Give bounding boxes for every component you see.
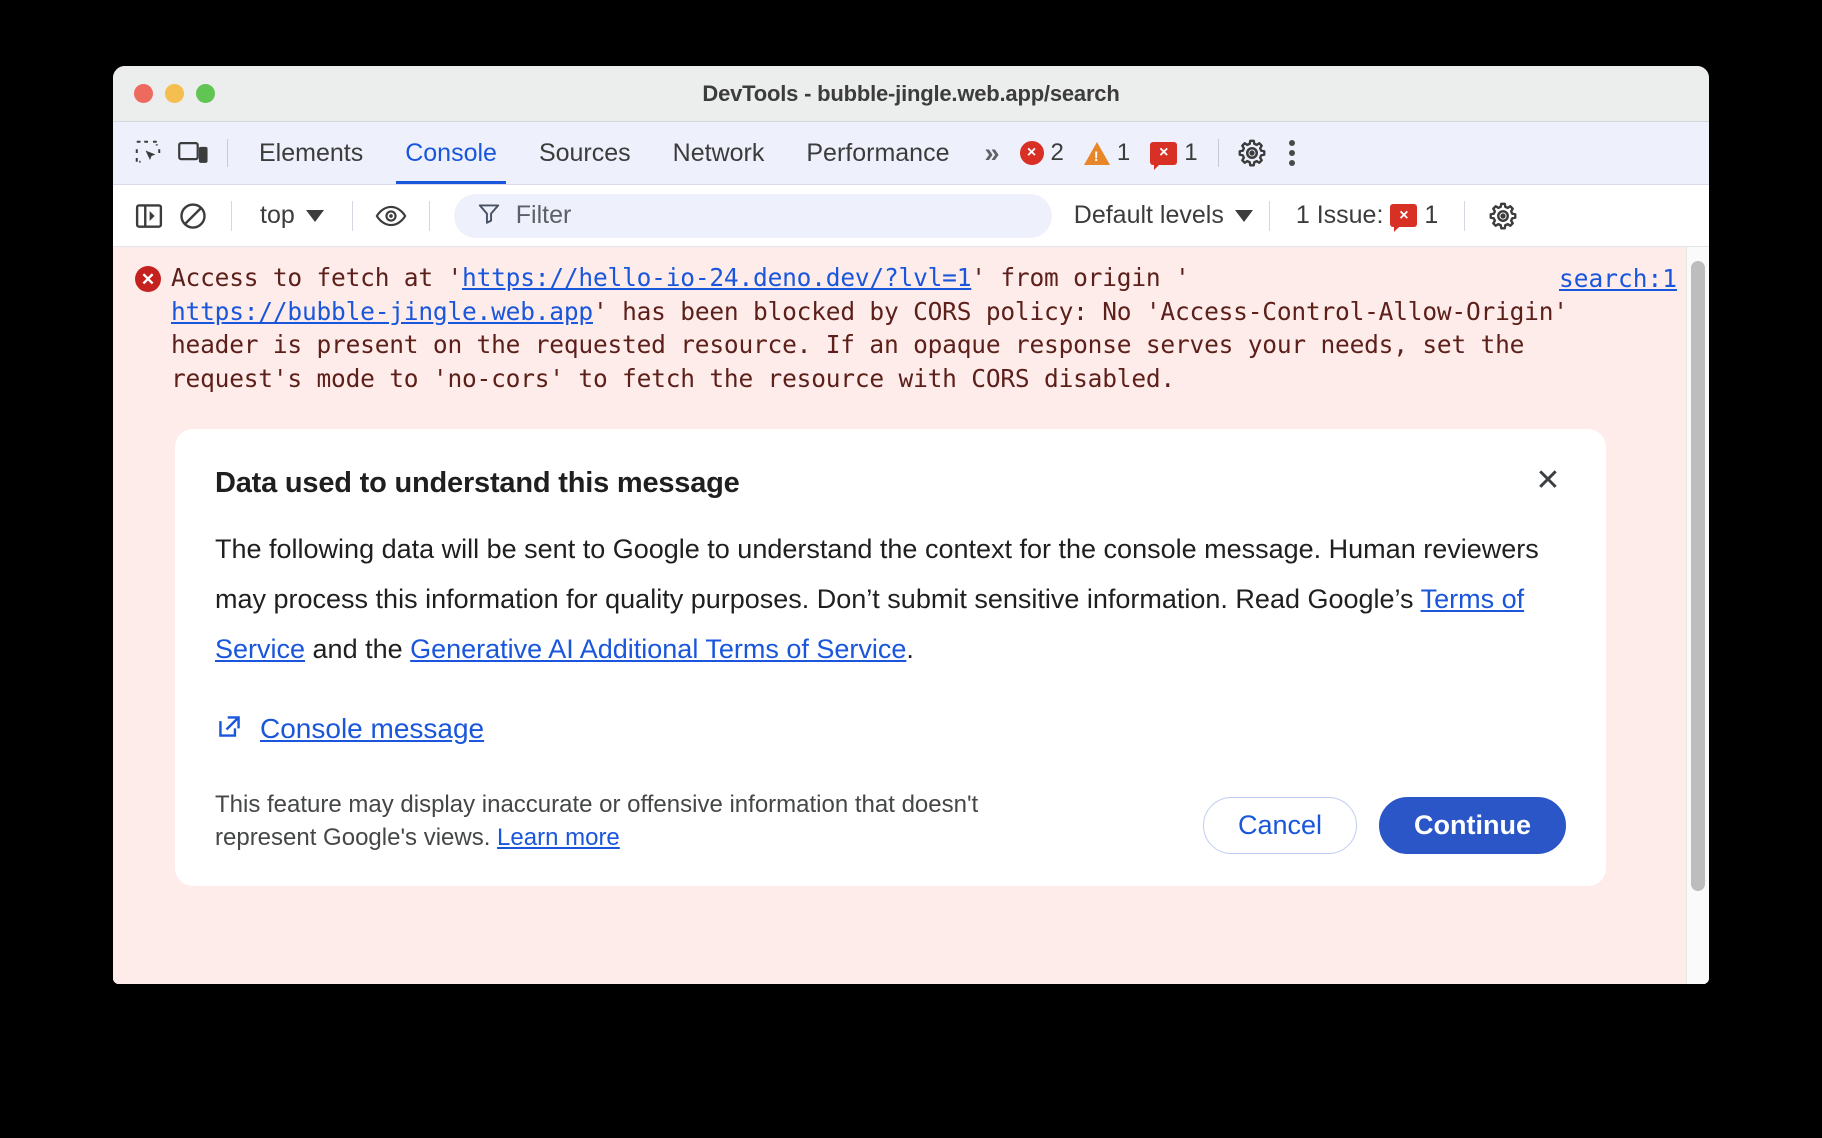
filter-input[interactable]: Filter	[454, 194, 1052, 238]
error-line: ✕ Access to fetch at 'https://hello-io-2…	[113, 261, 1709, 395]
issues-count: 1	[1184, 139, 1197, 167]
tab-console[interactable]: Console	[384, 122, 518, 184]
gear-icon[interactable]	[1229, 130, 1275, 176]
tab-elements[interactable]: Elements	[238, 122, 384, 184]
live-expression-eye-icon[interactable]	[369, 194, 413, 238]
issue-bubble-icon: ×	[1150, 142, 1177, 165]
learn-more-link[interactable]: Learn more	[497, 824, 620, 851]
dialog-body-text: The following data will be sent to Googl…	[215, 524, 1555, 674]
warning-counter[interactable]: 1	[1074, 139, 1140, 167]
window-titlebar: DevTools - bubble-jingle.web.app/search	[113, 66, 1709, 122]
error-source-link[interactable]: search:1	[1559, 264, 1677, 293]
error-seg-2: ' from origin '	[971, 263, 1189, 292]
chevron-down-icon	[306, 210, 324, 222]
toolbar-divider-1	[231, 201, 232, 231]
tab-performance[interactable]: Performance	[785, 122, 970, 184]
dialog-disclaimer: This feature may display inaccurate or o…	[215, 788, 1015, 854]
issues-counter[interactable]: × 1	[1140, 139, 1207, 167]
error-circle-icon: ×	[1020, 141, 1044, 165]
console-error-message[interactable]: ✕ Access to fetch at 'https://hello-io-2…	[113, 247, 1709, 984]
devtools-window: DevTools - bubble-jingle.web.app/search …	[113, 66, 1709, 984]
cancel-button[interactable]: Cancel	[1203, 797, 1357, 854]
toolbar-divider-5	[1464, 201, 1465, 231]
warning-count: 1	[1117, 139, 1130, 167]
devtools-tabstrip: Elements Console Sources Network Perform…	[113, 122, 1709, 185]
kebab-menu-icon[interactable]	[1275, 140, 1309, 166]
tab-network[interactable]: Network	[652, 122, 786, 184]
log-levels-label: Default levels	[1074, 201, 1224, 230]
console-scrollbar[interactable]	[1686, 247, 1709, 984]
tabstrip-divider-2	[1218, 139, 1219, 167]
chevron-down-icon-levels	[1235, 210, 1253, 222]
execution-context-dropdown[interactable]: top	[248, 201, 336, 230]
issue-bubble-icon-toolbar: ×	[1390, 204, 1417, 227]
dialog-body-part2: and the	[305, 634, 410, 664]
console-filter-toolbar: top Filter Default levels 1 I	[113, 185, 1709, 247]
continue-button[interactable]: Continue	[1379, 797, 1566, 854]
toolbar-divider-2	[352, 201, 353, 231]
error-circle-icon-message: ✕	[135, 266, 161, 292]
console-settings-gear-icon[interactable]	[1481, 194, 1525, 238]
window-title: DevTools - bubble-jingle.web.app/search	[113, 81, 1709, 107]
dialog-footer: This feature may display inaccurate or o…	[215, 788, 1566, 854]
tabstrip-divider	[227, 139, 228, 167]
inspect-element-icon[interactable]	[125, 130, 171, 176]
funnel-filter-icon	[476, 200, 502, 231]
console-message-link-label: Console message	[260, 713, 484, 745]
warning-triangle-icon	[1084, 142, 1110, 165]
generative-ai-terms-link[interactable]: Generative AI Additional Terms of Servic…	[410, 634, 906, 664]
error-url-link[interactable]: https://hello-io-24.deno.dev/?lvl=1	[462, 263, 971, 292]
scrollbar-thumb[interactable]	[1691, 261, 1705, 891]
console-output: ✕ Access to fetch at 'https://hello-io-2…	[113, 247, 1709, 984]
filter-placeholder-text: Filter	[516, 201, 572, 230]
error-count: 2	[1051, 139, 1064, 167]
tab-sources[interactable]: Sources	[518, 122, 652, 184]
clear-console-icon[interactable]	[171, 194, 215, 238]
device-toolbar-icon[interactable]	[171, 130, 217, 176]
log-levels-dropdown[interactable]: Default levels	[1074, 201, 1253, 230]
dialog-body-part3: .	[906, 634, 914, 664]
issues-summary-label: 1 Issue:	[1296, 201, 1384, 230]
dialog-title: Data used to understand this message	[215, 467, 1566, 500]
issues-summary-count: 1	[1424, 201, 1438, 230]
error-message-text: Access to fetch at 'https://hello-io-24.…	[171, 261, 1601, 395]
error-counter[interactable]: × 2	[1010, 139, 1074, 167]
issues-summary[interactable]: 1 Issue: × 1	[1286, 201, 1448, 230]
toolbar-divider-4	[1269, 201, 1270, 231]
error-seg-0: Access to fetch at '	[171, 263, 462, 292]
more-tabs-chevron-icon[interactable]: »	[970, 138, 1009, 169]
data-consent-dialog: Data used to understand this message ✕ T…	[175, 429, 1606, 886]
issue-counters: × 2 1 × 1	[1010, 139, 1208, 167]
show-console-sidebar-icon[interactable]	[127, 194, 171, 238]
console-message-disclosure[interactable]: Console message	[215, 712, 1566, 746]
execution-context-label: top	[260, 201, 295, 230]
error-origin-link[interactable]: https://bubble-jingle.web.app	[171, 297, 593, 326]
open-external-icon	[215, 712, 244, 746]
toolbar-divider-3	[429, 201, 430, 231]
dialog-buttons: Cancel Continue	[1203, 797, 1566, 854]
dialog-body-part1: The following data will be sent to Googl…	[215, 534, 1539, 614]
close-icon[interactable]: ✕	[1528, 461, 1568, 501]
